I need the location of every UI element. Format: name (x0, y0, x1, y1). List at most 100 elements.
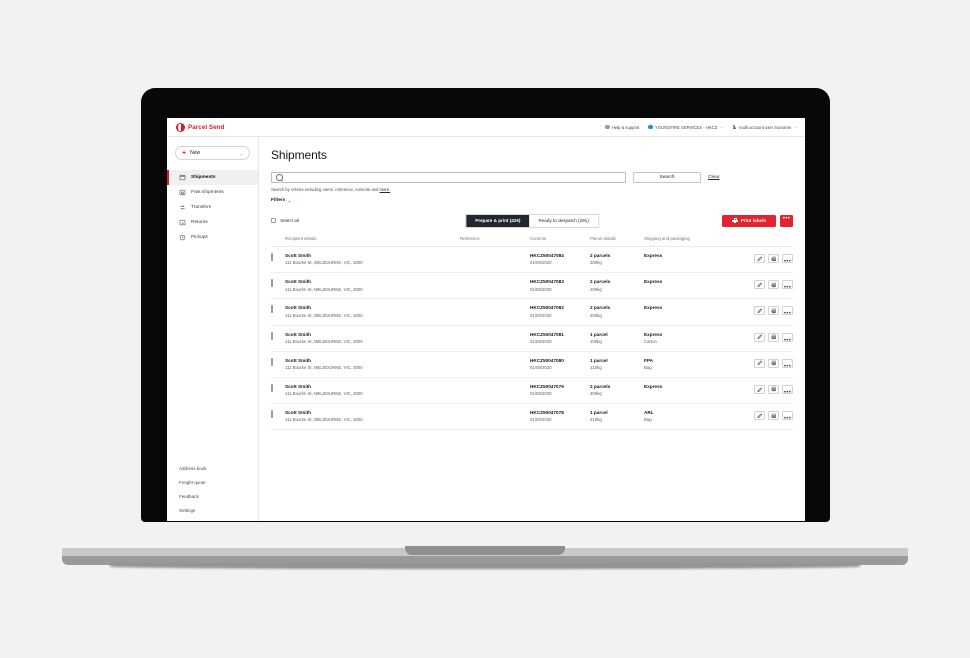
table-row[interactable]: Scott Smith 111 Bourke St, MELBOURNE, VIC… (271, 326, 793, 352)
shipping-service: Express (644, 383, 663, 389)
cell-row-actions: ••• (739, 253, 793, 265)
footer-link-settings[interactable]: Settings (179, 508, 258, 513)
search-button[interactable]: Search (633, 172, 701, 183)
print-button[interactable] (768, 280, 779, 290)
sidebar-item-shipments[interactable]: Shipments (167, 170, 258, 185)
row-checkbox-cell[interactable] (271, 331, 285, 340)
row-checkbox[interactable] (271, 279, 273, 288)
row-checkbox[interactable] (271, 410, 273, 419)
cell-recipient-details: Scott Smith 111 Bourke St, MELBOURNE, VIC… (285, 305, 460, 318)
footer-link-freight-quote[interactable]: Freight quote (179, 480, 258, 485)
more-button[interactable]: ••• (782, 280, 793, 291)
print-button[interactable] (768, 411, 779, 421)
edit-button[interactable] (754, 306, 765, 316)
row-checkbox-cell[interactable] (271, 357, 285, 366)
brand-name: Parcel Send (188, 123, 225, 131)
row-checkbox[interactable] (271, 331, 273, 340)
table-row[interactable]: Scott Smith 111 Bourke St, MELBOURNE, VIC… (271, 247, 793, 274)
clear-link[interactable]: Clear (708, 175, 719, 180)
more-button[interactable]: ••• (782, 332, 793, 344)
select-all-control[interactable]: Select all (271, 217, 299, 224)
ellipsis-icon: ••• (783, 363, 792, 370)
shipping-service: Express (644, 305, 663, 311)
printer-icon (771, 256, 777, 262)
sidebar-item-pickups[interactable]: Pickups (167, 230, 258, 245)
search-hint-more-link[interactable]: more. (379, 187, 390, 192)
more-button[interactable]: ••• (782, 306, 793, 318)
row-checkbox-cell[interactable] (271, 410, 285, 419)
sidebar-item-label: Pickups (191, 235, 208, 240)
edit-button[interactable] (754, 411, 765, 421)
more-actions-button[interactable]: ••• (780, 214, 793, 227)
parcel-weight: 210kg (590, 417, 602, 423)
search-input-wrapper[interactable] (271, 172, 626, 183)
edit-button[interactable] (754, 384, 765, 394)
recipient-name: Scott Smith (285, 357, 312, 363)
table-row[interactable]: Scott Smith 111 Bourke St, MELBOURNE, VIC… (271, 273, 793, 300)
select-all-checkbox[interactable] (271, 217, 277, 224)
cell-connote: HKCZ50047078 01/09/2020 (530, 410, 590, 423)
tab-prepare-and-print[interactable]: Prepare & print (426) (466, 214, 530, 227)
print-button[interactable] (768, 254, 779, 263)
ellipsis-icon: ••• (783, 416, 792, 423)
footer-link-feedback[interactable]: Feedback (179, 494, 258, 499)
print-labels-button[interactable]: Print labels (722, 214, 776, 227)
row-checkbox-cell[interactable] (271, 279, 285, 288)
packaging-type: Carton (644, 338, 657, 344)
sidebar-item-label: Returns (191, 220, 208, 225)
printer-icon (771, 334, 777, 340)
cell-shipping-and-packaging: Express Carton (644, 332, 739, 345)
more-button[interactable]: ••• (782, 358, 793, 370)
more-button[interactable]: ••• (782, 254, 793, 265)
row-checkbox-cell[interactable] (271, 383, 285, 392)
table-row[interactable]: Scott Smith 111 Bourke St, MELBOURNE, VIC… (271, 378, 793, 405)
more-button[interactable]: ••• (782, 384, 793, 396)
more-button[interactable]: ••• (782, 411, 793, 423)
filters-toggle[interactable]: Filters ⌄ (271, 198, 793, 203)
cell-parcel-details: 2 parcels 300kg (590, 384, 644, 397)
table-row[interactable]: Scott Smith 111 Bourke St, MELBOURNE, VIC… (271, 352, 793, 378)
print-button[interactable] (768, 306, 779, 316)
print-button[interactable] (768, 358, 779, 368)
pencil-icon (757, 308, 763, 314)
sidebar-item-past-shipments[interactable]: Past shipments (167, 185, 258, 200)
brand-logo[interactable]: Parcel Send (176, 122, 225, 132)
row-checkbox-cell[interactable] (271, 305, 285, 314)
parcel-count: 1 parcel (590, 331, 608, 337)
print-button[interactable] (768, 384, 779, 394)
cell-row-actions: ••• (739, 305, 793, 318)
cell-connote: HKCZ50047080 01/09/2020 (530, 358, 590, 371)
laptop-hinge-notch (405, 546, 565, 555)
account-selector[interactable]: YOUNGFIRE SERVICES - HKCZ ⌄ (648, 125, 723, 130)
parcel-count: 2 parcels (590, 305, 611, 311)
recipient-address: 111 Bourke St, MELBOURNE, VIC, 3000 (285, 417, 363, 423)
help-support-link[interactable]: Help & support (605, 125, 639, 130)
sidebar-item-returns[interactable]: Returns (167, 215, 258, 230)
chevron-down-icon: ⌄ (719, 125, 723, 129)
sidebar-item-label: Shipments (191, 175, 216, 180)
tab-ready-to-despatch[interactable]: Ready to despatch (291) (529, 214, 598, 227)
connote-date: 01/09/2020 (530, 312, 552, 318)
table-row[interactable]: Scott Smith 111 Bourke St, MELBOURNE, VIC… (271, 299, 793, 326)
edit-button[interactable] (754, 280, 765, 290)
ellipsis-icon: ••• (783, 311, 792, 318)
edit-button[interactable] (754, 332, 765, 342)
search-input[interactable] (285, 174, 621, 181)
row-checkbox[interactable] (271, 305, 273, 314)
new-button[interactable]: + New ⌄ (175, 146, 250, 160)
cell-recipient-details: Scott Smith 111 Bourke St, MELBOURNE, VIC… (285, 332, 460, 345)
footer-link-address-book[interactable]: Address book (179, 466, 258, 471)
row-checkbox[interactable] (271, 357, 273, 366)
row-checkbox-cell[interactable] (271, 253, 285, 261)
row-checkbox[interactable] (271, 383, 273, 392)
parcel-weight: 200kg (590, 312, 602, 318)
edit-button[interactable] (754, 254, 765, 263)
row-checkbox[interactable] (271, 253, 273, 261)
print-button[interactable] (768, 332, 779, 342)
edit-button[interactable] (754, 358, 765, 368)
pencil-icon (757, 360, 763, 366)
table-row[interactable]: Scott Smith 111 Bourke St, MELBOURNE, VIC… (271, 404, 793, 431)
sidebar-item-transfers[interactable]: Transfers (167, 200, 258, 215)
user-menu[interactable]: multi account user Surname ⌄ (732, 125, 797, 130)
cell-shipping-and-packaging: Express (644, 279, 739, 286)
